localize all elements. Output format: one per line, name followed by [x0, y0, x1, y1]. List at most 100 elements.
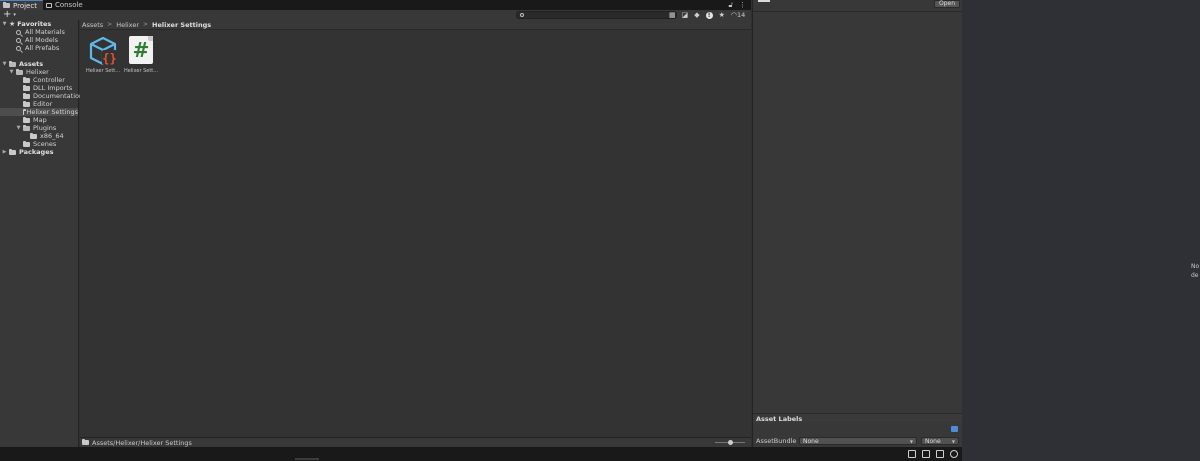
search-by-type-icon[interactable]: ▦	[669, 11, 676, 19]
asset-icon	[758, 0, 770, 2]
tree-item-controller[interactable]: Controller	[23, 76, 65, 84]
search-by-label-icon[interactable]: ◪	[682, 11, 689, 19]
asset-browser: Assets > Helixer > Helixer Settings {} H…	[80, 20, 751, 437]
path-bar: Assets/Helixer/Helixer Settings	[80, 437, 751, 447]
breadcrumb-separator: >	[107, 21, 113, 28]
asset-label: Helixer Sett...	[85, 68, 121, 74]
folder-open-icon	[23, 124, 30, 131]
tree-label: All Models	[25, 36, 59, 44]
tree-item-dll-imports[interactable]: DLL Imports	[23, 84, 72, 92]
open-button[interactable]: Open	[933, 0, 960, 8]
folder-icon	[82, 439, 89, 445]
tree-item-x86-64[interactable]: x86_64	[30, 132, 64, 140]
search-field[interactable]	[516, 11, 677, 19]
folder-icon	[23, 100, 30, 107]
tree-label: Controller	[33, 76, 65, 84]
breadcrumb-assets[interactable]: Assets	[82, 21, 103, 29]
debug-icon[interactable]	[908, 450, 916, 458]
scriptable-object-icon: {}	[89, 36, 117, 66]
tree-label: DLL Imports	[33, 84, 73, 92]
tree-label: Assets	[19, 60, 44, 68]
project-tree: ▼ ★ Favorites All Materials All Models A…	[0, 19, 83, 447]
tree-item-scenes[interactable]: Scenes	[23, 140, 56, 148]
expanded-arrow-icon[interactable]: ▼	[9, 69, 14, 75]
tree-label: Helixer	[26, 68, 49, 76]
breadcrumb-separator: >	[143, 21, 149, 28]
asset-label: Helixer Sett...	[123, 68, 159, 74]
progress-icon[interactable]	[950, 450, 958, 458]
search-icon	[16, 45, 21, 51]
tree-item-editor[interactable]: Editor	[23, 100, 52, 108]
hidden-packages-toggle[interactable]: ◠14	[731, 11, 745, 19]
tree-item-documentation[interactable]: Documentation	[23, 92, 83, 100]
folder-icon	[23, 140, 30, 147]
tree-item-plugins[interactable]: ▼ Plugins	[16, 124, 57, 132]
kebab-menu-icon[interactable]: ⋮	[739, 1, 746, 9]
create-button[interactable]: + ▾	[0, 10, 16, 20]
expanded-arrow-icon[interactable]: ▼	[16, 125, 21, 131]
lock-icon[interactable]: 🔓︎	[728, 1, 733, 10]
icon-size-slider[interactable]	[715, 440, 745, 445]
expanded-arrow-icon[interactable]: ▼	[2, 61, 7, 67]
tree-item-all-prefabs[interactable]: All Prefabs	[16, 44, 59, 52]
database-icon[interactable]	[922, 450, 930, 458]
inspector-panel: Open Asset Labels AssetBundle None ▼ Non…	[752, 0, 963, 447]
tab-bar: Project Console 🔓︎ ⋮	[0, 0, 751, 10]
clipped-line: No	[1191, 263, 1200, 270]
folder-icon	[3, 2, 10, 8]
asset-helixer-settings-script[interactable]: # Helixer Sett...	[122, 36, 160, 78]
tree-item-all-materials[interactable]: All Materials	[16, 28, 65, 36]
tree-label: Helixer Settings	[26, 108, 78, 116]
svg-text:{}: {}	[102, 52, 116, 66]
label-tag-icon[interactable]	[951, 426, 958, 432]
dropdown-value: None	[925, 437, 941, 445]
tag-icon[interactable]: ◆	[694, 11, 699, 19]
tree-item-map[interactable]: Map	[23, 116, 47, 124]
dropdown-value: None	[803, 437, 819, 445]
plus-icon: +	[3, 9, 12, 20]
search-input[interactable]	[524, 11, 664, 19]
breadcrumb-helixer[interactable]: Helixer	[116, 21, 139, 29]
project-toolbar: + ▾ ▦ ◪ ◆ ! ★ ◠14	[0, 10, 751, 20]
star-icon: ★	[9, 19, 16, 28]
tree-favorites[interactable]: ▼ ★ Favorites	[2, 19, 52, 28]
expanded-arrow-icon[interactable]: ▼	[2, 21, 7, 27]
collab-icon[interactable]	[936, 450, 944, 458]
tree-label: x86_64	[40, 132, 64, 140]
asset-labels-header[interactable]: Asset Labels	[753, 413, 963, 423]
selected-path: Assets/Helixer/Helixer Settings	[92, 438, 192, 447]
tab-console[interactable]: Console	[43, 0, 89, 10]
asset-helixer-settings-object[interactable]: {} Helixer Sett...	[84, 36, 122, 78]
favorite-star-icon[interactable]: ★	[719, 11, 725, 19]
chevron-down-icon: ▼	[909, 438, 913, 444]
folder-icon	[23, 84, 30, 91]
info-icon[interactable]: !	[705, 11, 713, 19]
tree-item-all-models[interactable]: All Models	[16, 36, 58, 44]
folder-open-icon	[16, 68, 23, 75]
breadcrumb-helixer-settings[interactable]: Helixer Settings	[152, 21, 211, 29]
resize-handle[interactable]	[295, 458, 319, 460]
asset-bundle-dropdown[interactable]: None ▼	[799, 437, 917, 445]
clipped-line: de	[1191, 272, 1199, 279]
folder-icon	[23, 116, 30, 123]
asset-bundle-row: AssetBundle None ▼ None ▼	[753, 436, 963, 446]
tree-label: Scenes	[33, 140, 57, 148]
tree-label: Editor	[33, 100, 53, 108]
clipped-text: No de	[1191, 262, 1199, 280]
tree-item-helixer[interactable]: ▼ Helixer	[9, 68, 49, 76]
tab-project-label: Project	[13, 1, 37, 10]
tree-label: Packages	[19, 148, 54, 156]
folder-icon	[30, 132, 37, 139]
slider-handle[interactable]	[727, 440, 733, 445]
tree-label: All Materials	[25, 28, 65, 36]
tree-packages[interactable]: ▶ Packages	[2, 148, 54, 156]
tree-assets[interactable]: ▼ Assets	[2, 60, 44, 68]
tree-label: Documentation	[33, 92, 84, 100]
tree-item-helixer-settings[interactable]: Helixer Settings	[0, 108, 78, 116]
asset-bundle-variant-dropdown[interactable]: None ▼	[921, 437, 959, 445]
collapsed-arrow-icon[interactable]: ▶	[2, 149, 7, 155]
asset-bundle-label: AssetBundle	[756, 437, 797, 445]
folder-icon	[23, 92, 30, 99]
csharp-script-icon: #	[129, 36, 153, 64]
empty-panel: No de	[962, 0, 1200, 461]
